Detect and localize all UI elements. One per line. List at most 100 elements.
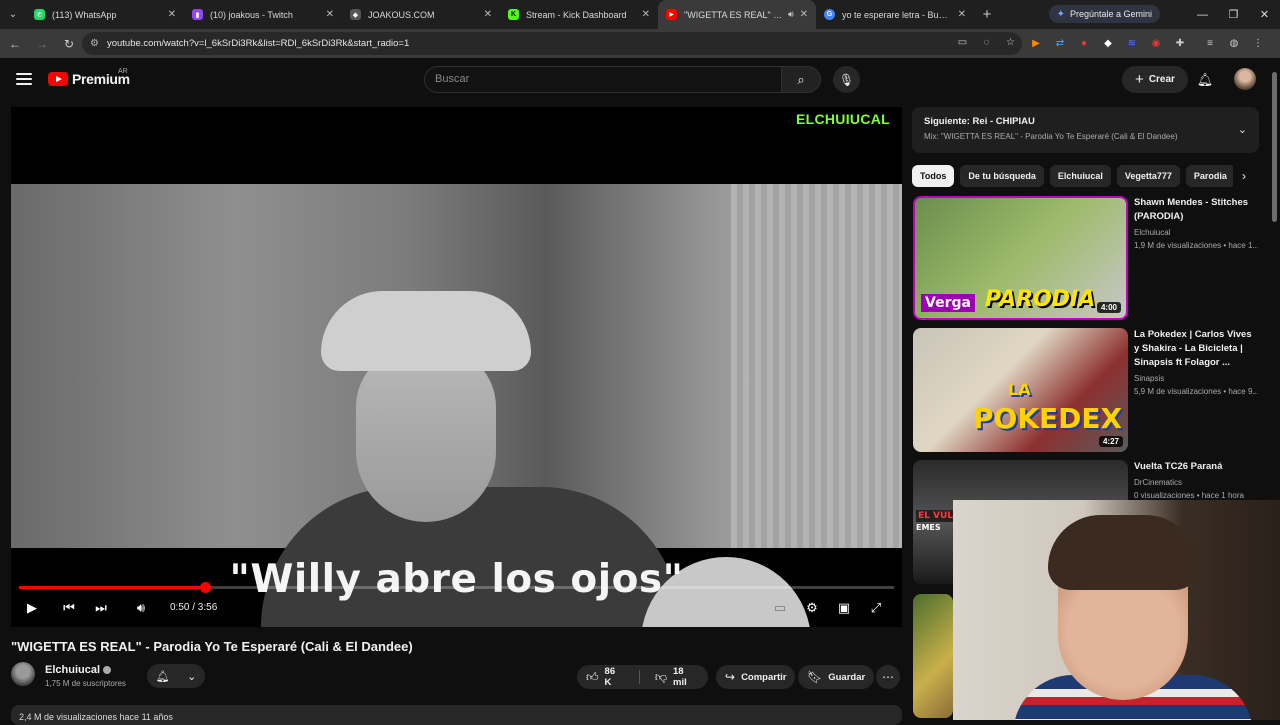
extensions-puzzle-icon[interactable]: ✚ [1172,35,1188,51]
close-window-icon[interactable]: ✕ [1249,0,1280,29]
chevron-right-icon[interactable]: › [1233,165,1255,187]
save-label: Guardar [828,671,866,683]
user-avatar[interactable] [1234,68,1256,90]
subtitles-icon[interactable]: ▭ [771,597,789,619]
close-tab-icon[interactable]: ✕ [168,9,176,20]
back-arrow-icon[interactable]: ← [3,32,27,56]
bookmark-icon: 🔖︎ [807,670,823,684]
extension-diamond-icon[interactable]: ◆ [1100,35,1116,51]
scrubber-handle[interactable] [199,582,211,593]
create-button[interactable]: + Crear [1122,66,1188,93]
mix-playlist-header[interactable]: Siguiente: Rei - CHIPIAU Mix: "WIGETTA E… [912,107,1259,153]
dislike-button[interactable]: 👎︎ 18 mil [646,665,708,689]
extension-wave-icon[interactable]: ≋ [1124,35,1140,51]
extension-arrows-icon[interactable]: ⇄ [1052,35,1068,51]
eye-off-icon[interactable]: ◌ [979,35,994,50]
divider [638,670,640,684]
thumbnail-text: EMES [916,523,941,532]
page-scrollbar[interactable] [1272,72,1277,222]
video-caption: "Willy abre los ojos" [229,557,684,602]
extensions-bar: ▶ ⇄ ● ◆ ≋ ◉ ✚ ≡ ◍ ⋮ [1028,35,1266,51]
previous-icon[interactable]: ⏮︎ [60,597,78,619]
extension-alert-icon[interactable]: ◉ [1148,35,1164,51]
playlist-mix-title: Mix: "WIGETTA ES REAL" - Parodia Yo Te E… [924,132,1178,141]
next-icon[interactable]: ⏭︎ [92,597,110,619]
bookmark-star-icon[interactable]: ☆ [1003,35,1018,50]
progress-bar[interactable] [19,582,894,593]
site-icon: ◆ [350,9,361,20]
subscriber-count: 1,75 M de suscriptores [45,679,126,688]
chip-elchuiucal[interactable]: Elchuiucal [1049,165,1111,187]
profile-icon[interactable]: ◍ [1226,35,1242,51]
recommendation-item[interactable]: Verga PARODIA 4:00 Shawn Mendes - Stitch… [913,196,1258,322]
subscription-notifications-button[interactable]: 🔔︎ ⌄ [147,664,205,688]
recommendation-item[interactable] [913,594,953,720]
save-button[interactable]: 🔖︎ Guardar [798,665,875,689]
like-button[interactable]: 👍︎ 86 K [577,665,633,689]
more-actions-icon[interactable]: ⋯ [876,665,900,689]
browser-tab-twitch[interactable]: ▮ (10) joakous - Twitch ✕ [184,0,342,29]
theater-mode-icon[interactable]: ▣ [835,597,853,619]
plus-icon: + [1135,71,1144,88]
gemini-button[interactable]: ✦ Pregúntale a Gemini [1048,5,1160,23]
new-tab-button[interactable]: + [974,6,1000,23]
recommendation-views: 5,9 M de visualizaciones • hace 9... [1134,387,1258,396]
notifications-bell-icon[interactable]: 🔔︎ [1195,70,1215,90]
close-tab-icon[interactable]: ✕ [484,9,492,20]
sidebar-toggle-icon[interactable]: ≡ [1202,35,1218,51]
recommendation-title: Vuelta TC26 Paraná [1134,461,1223,472]
close-tab-icon[interactable]: ✕ [800,9,808,20]
video-thumbnail[interactable]: Verga PARODIA 4:00 [913,196,1128,320]
chip-de-tu-busqueda[interactable]: De tu búsqueda [960,165,1044,187]
browser-tab-joakous[interactable]: ◆ JOAKOUS.COM ✕ [342,0,500,29]
search-icon[interactable]: ⌕ [781,66,821,93]
chip-todos[interactable]: Todos [912,165,955,187]
play-icon[interactable]: ▶ [23,597,41,619]
chevron-down-icon[interactable]: ⌄ [1238,123,1247,136]
video-thumbnail[interactable] [913,594,953,718]
chip-parodia[interactable]: Parodia [1185,165,1235,187]
close-tab-icon[interactable]: ✕ [958,9,966,20]
video-thumbnail[interactable]: LA POKEDEX 4:27 [913,328,1128,452]
browser-menu-icon[interactable]: ⋮ [1250,35,1266,51]
browser-tab-google[interactable]: G yo te esperare letra - Buscar co ✕ [816,0,974,29]
webcam-overlay [953,500,1280,720]
chevron-down-icon: ⌄ [187,670,197,683]
volume-icon[interactable]: 🔊︎ [131,597,151,619]
menu-hamburger-icon[interactable] [16,71,32,87]
reload-icon[interactable]: ↻ [57,32,81,56]
description-box[interactable]: 2,4 M de visualizaciones hace 11 años [11,705,902,725]
fullscreen-icon[interactable]: ⤢ [867,597,885,619]
minimize-icon[interactable]: — [1187,0,1218,29]
tab-title: Stream - Kick Dashboard [526,9,627,20]
close-tab-icon[interactable]: ✕ [642,9,650,20]
cast-icon[interactable]: ▭ [955,35,970,50]
search-input[interactable]: Buscar [424,66,782,93]
channel-avatar[interactable] [11,662,35,686]
extension-record-icon[interactable]: ● [1076,35,1092,51]
chip-vegetta777[interactable]: Vegetta777 [1116,165,1180,187]
tab-search-chevron-icon[interactable]: ⌄ [0,0,26,29]
browser-tab-whatsapp[interactable]: ✆ (113) WhatsApp ✕ [26,0,184,29]
recommendation-views: 0 visualizaciones • hace 1 hora [1134,491,1244,500]
site-info-icon[interactable]: ⚙ [90,38,99,49]
recommendation-item[interactable]: LA POKEDEX 4:27 La Pokedex | Carlos Vive… [913,328,1258,454]
bell-icon: 🔔︎ [155,670,170,683]
share-button[interactable]: ↪ Compartir [716,665,796,689]
url-bar[interactable]: ⚙ youtube.com/watch?v=l_6kSrDi3Rk&list=R… [82,32,1022,55]
speaker-icon[interactable]: 🔊︎ [788,9,794,20]
extension-play-icon[interactable]: ▶ [1028,35,1044,51]
restore-icon[interactable]: ❐ [1218,0,1249,29]
microphone-icon[interactable]: 🎙︎ [833,66,860,93]
recommendation-meta: Shawn Mendes - Stitches (PARODIA) Elchui… [1134,196,1258,250]
close-tab-icon[interactable]: ✕ [326,9,334,20]
browser-tab-kick[interactable]: K Stream - Kick Dashboard ✕ [500,0,658,29]
browser-tab-youtube[interactable]: ▶ "WIGETTA ES REAL" - Parod 🔊︎ ✕ [658,0,816,29]
youtube-premium-logo[interactable]: Premium AR [48,68,130,87]
url-actions: ▭ ◌ ☆ [955,35,1018,50]
forward-arrow-icon[interactable]: → [30,32,54,56]
settings-gear-icon[interactable]: ⚙ [803,597,821,619]
video-player[interactable]: ELCHUIUCAL "Willy abre los ojos" ▶ ⏮︎ ⏭︎… [11,107,902,627]
channel-name[interactable]: Elchuiucal [45,664,112,676]
webcam-person-hair [1048,515,1198,590]
